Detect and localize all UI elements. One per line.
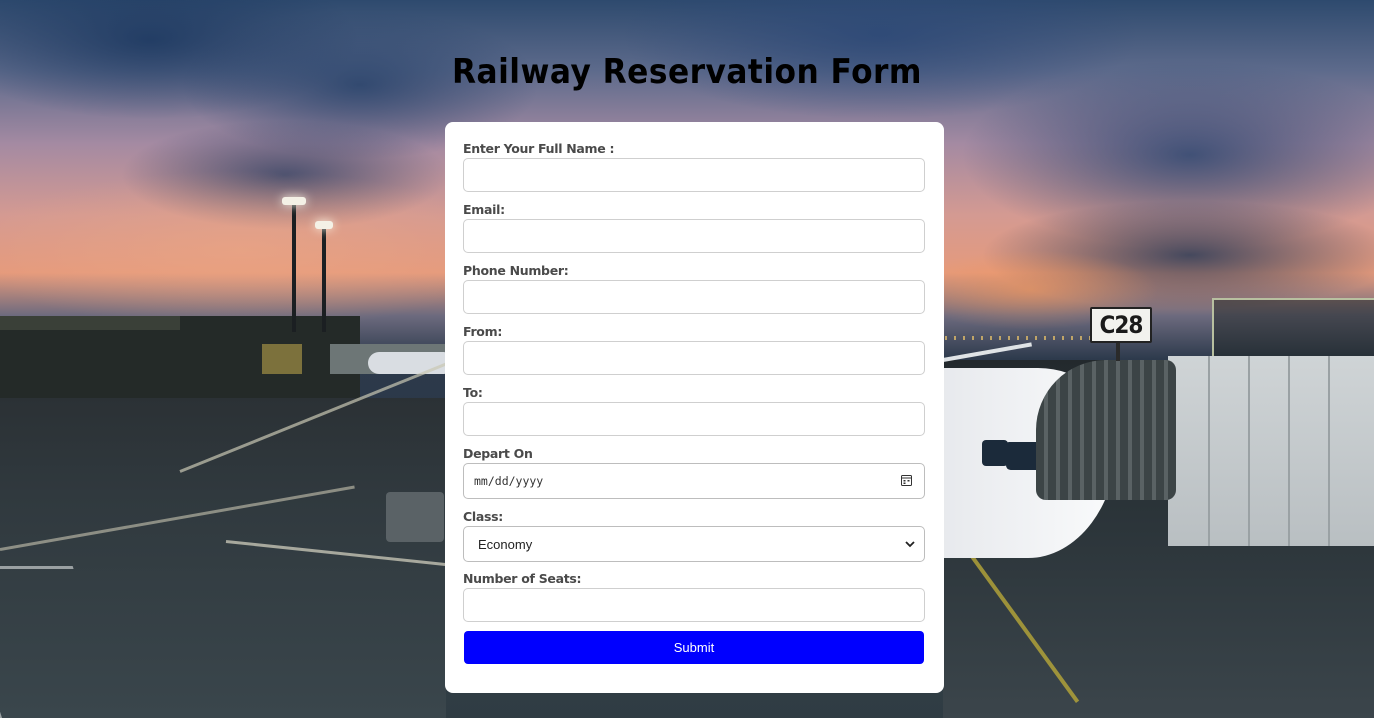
seats-label: Number of Seats: <box>463 571 582 586</box>
email-label: Email: <box>463 202 505 217</box>
terminal-roof <box>0 316 180 330</box>
depart-label: Depart On <box>463 446 533 461</box>
distant-plane <box>368 352 446 374</box>
bridge-rib <box>1328 356 1330 546</box>
class-field: Class: Economy <box>463 510 925 562</box>
horizon-lights <box>945 336 1105 340</box>
ground-vehicle <box>386 492 444 542</box>
email-field: Email: <box>463 203 925 253</box>
from-input[interactable] <box>463 341 925 375</box>
chevron-down-icon <box>905 541 915 548</box>
depart-date-input[interactable]: mm/dd/yyyy <box>463 463 925 499</box>
gate-sign: C28 <box>1090 307 1152 343</box>
from-field: From: <box>463 325 925 375</box>
bridge-rib <box>1288 356 1290 546</box>
terminal-building <box>0 316 360 402</box>
terminal-window <box>262 344 302 374</box>
full-name-label: Enter Your Full Name : <box>463 141 615 156</box>
to-input[interactable] <box>463 402 925 436</box>
email-input[interactable] <box>463 219 925 253</box>
submit-button[interactable]: Submit <box>464 631 924 664</box>
to-field: To: <box>463 386 925 436</box>
seats-input[interactable] <box>463 588 925 622</box>
reservation-form: Enter Your Full Name : Email: Phone Numb… <box>445 122 944 693</box>
page-title: Railway Reservation Form <box>451 52 923 92</box>
depart-field: Depart On mm/dd/yyyy <box>463 447 925 499</box>
full-name-input[interactable] <box>463 158 925 192</box>
light-pole <box>292 202 296 332</box>
class-selected-value: Economy <box>478 536 533 552</box>
seats-field: Number of Seats: <box>463 572 925 622</box>
floodlight <box>282 197 306 205</box>
phone-label: Phone Number: <box>463 263 569 278</box>
bridge-rib <box>1248 356 1250 546</box>
floodlight <box>315 221 333 229</box>
calendar-icon[interactable] <box>901 474 912 486</box>
bridge-rib <box>1208 356 1210 546</box>
sunset-glow <box>0 170 520 330</box>
jet-bridge-rail <box>1212 298 1374 358</box>
jet-bridge <box>1168 356 1374 546</box>
light-pole <box>322 226 326 332</box>
jetway-canopy <box>1036 360 1176 500</box>
class-label: Class: <box>463 509 503 524</box>
date-placeholder: mm/dd/yyyy <box>474 474 544 488</box>
full-name-field: Enter Your Full Name : <box>463 142 925 192</box>
phone-input[interactable] <box>463 280 925 314</box>
cockpit-window <box>982 440 1008 466</box>
to-label: To: <box>463 385 483 400</box>
class-select[interactable]: Economy <box>463 526 925 562</box>
from-label: From: <box>463 324 503 339</box>
phone-field: Phone Number: <box>463 264 925 314</box>
